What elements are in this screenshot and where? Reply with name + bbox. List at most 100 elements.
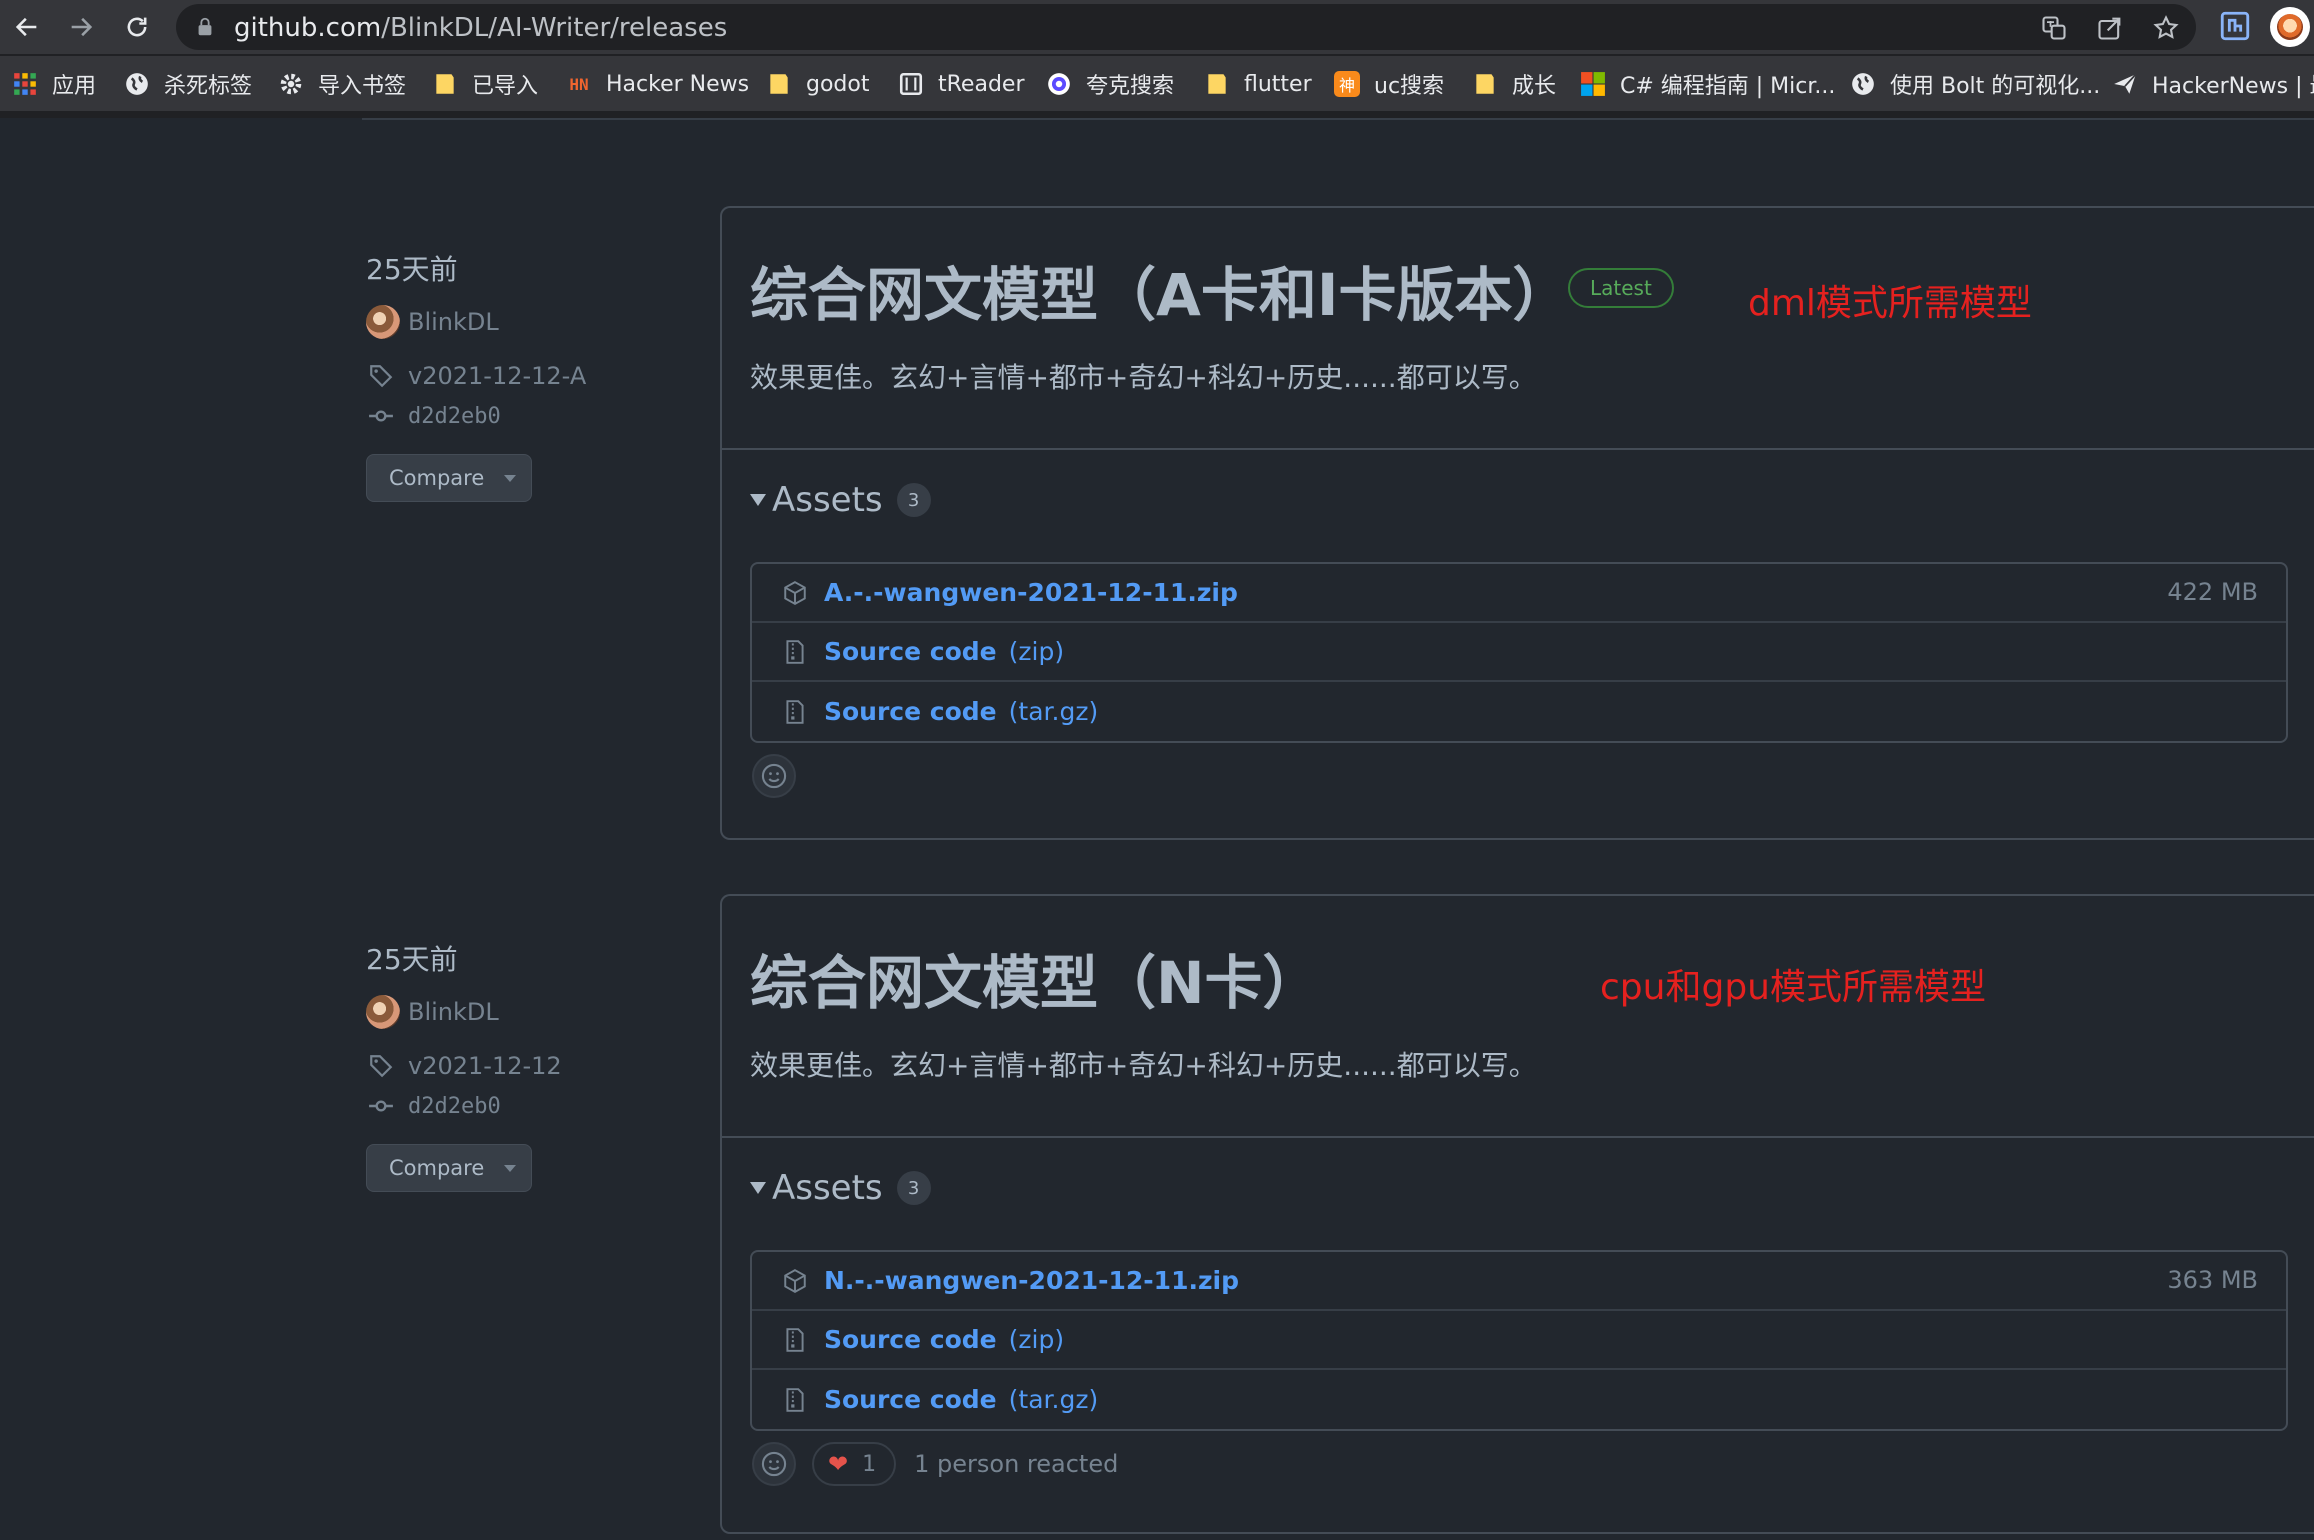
- commit-sha[interactable]: d2d2eb0: [408, 1094, 501, 1119]
- release-commit[interactable]: d2d2eb0: [366, 1086, 696, 1126]
- commit-icon: [366, 401, 396, 431]
- bookmark-imported-folder[interactable]: 已导入: [432, 68, 538, 100]
- smiley-icon: [761, 763, 787, 789]
- bookmark-uc-search[interactable]: 神 uc搜索: [1334, 68, 1444, 100]
- asset-link[interactable]: A.-.-wangwen-2021-12-11.zip: [824, 578, 1238, 607]
- author-name[interactable]: BlinkDL: [408, 998, 499, 1026]
- add-reaction-button[interactable]: [752, 1442, 796, 1486]
- compare-label: Compare: [389, 1156, 485, 1180]
- assets-label: Assets: [772, 1168, 883, 1208]
- release-tag[interactable]: v2021-12-12: [366, 1046, 696, 1086]
- asset-row[interactable]: Source code (zip): [752, 1311, 2286, 1370]
- caret-down-icon: [504, 1164, 517, 1172]
- bookmarks-bar: 应用 杀死标签 导入书签 已导入 HN Hacker News godot tR…: [0, 56, 2314, 112]
- bookmark-godot[interactable]: godot: [766, 68, 869, 100]
- tag-name[interactable]: v2021-12-12: [408, 1052, 562, 1080]
- lock-icon: [198, 17, 212, 36]
- asset-ext[interactable]: (tar.gz): [1009, 697, 1099, 726]
- release-author[interactable]: BlinkDL: [366, 302, 696, 342]
- asset-link[interactable]: Source code: [824, 1325, 997, 1354]
- triangle-down-icon: [750, 1182, 766, 1194]
- release-title[interactable]: 综合网文模型（N卡）: [750, 936, 1321, 1020]
- asset-row[interactable]: Source code (tar.gz): [752, 1370, 2286, 1429]
- bookmark-import[interactable]: 导入书签: [278, 68, 406, 100]
- asset-link[interactable]: Source code: [824, 637, 997, 666]
- release-card: 综合网文模型（A卡和I卡版本） Latest dml模式所需模型 效果更佳。玄幻…: [720, 206, 2314, 840]
- release-description: 效果更佳。玄幻+言情+都市+奇幻+科幻+历史......都可以写。: [750, 1049, 1537, 1082]
- arrow-left-icon: [15, 17, 37, 37]
- asset-row[interactable]: Source code (zip): [752, 623, 2286, 682]
- bookmark-bolt[interactable]: 使用 Bolt 的可视化...: [1850, 68, 2100, 100]
- file-zip-icon: [780, 1385, 810, 1415]
- bookmark-label: 导入书签: [318, 74, 407, 99]
- release-header: 综合网文模型（N卡） cpu和gpu模式所需模型 效果更佳。玄幻+言情+都市+奇…: [722, 896, 2314, 1138]
- address-bar[interactable]: github.com/BlinkDL/AI-Writer/releases: [176, 4, 2196, 50]
- asset-list: N.-.-wangwen-2021-12-11.zip 363 MB Sourc…: [750, 1250, 2288, 1431]
- tag-icon: [366, 1051, 396, 1081]
- folder-icon: [1472, 71, 1498, 97]
- release-tag[interactable]: v2021-12-12-A: [366, 356, 696, 396]
- extension-icon[interactable]: [2218, 9, 2252, 43]
- bookmark-treader[interactable]: tReader: [898, 68, 1025, 100]
- smiley-icon: [761, 1451, 787, 1477]
- asset-link[interactable]: N.-.-wangwen-2021-12-11.zip: [824, 1266, 1239, 1295]
- folder-icon: [432, 71, 458, 97]
- translate-icon[interactable]: [2040, 14, 2068, 42]
- reaction-count: 1: [862, 1451, 877, 1477]
- compare-button[interactable]: Compare: [366, 1144, 532, 1192]
- bookmark-csharp-guide[interactable]: C# 编程指南 | Micr...: [1580, 68, 1835, 100]
- bookmark-growth[interactable]: 成长: [1472, 68, 1556, 100]
- heart-reaction-button[interactable]: ❤ 1: [812, 1442, 897, 1486]
- asset-row[interactable]: A.-.-wangwen-2021-12-11.zip 422 MB: [752, 564, 2286, 623]
- release-commit[interactable]: d2d2eb0: [366, 396, 696, 436]
- star-icon[interactable]: [2152, 14, 2180, 42]
- profile-image-icon: [2277, 14, 2303, 40]
- bookmark-label: Hacker News: [606, 71, 750, 97]
- commit-icon: [366, 1091, 396, 1121]
- author-name[interactable]: BlinkDL: [408, 308, 499, 336]
- reaction-summary: 1 person reacted: [914, 1450, 1119, 1478]
- bookmark-label: 已导入: [472, 74, 539, 99]
- bookmark-flutter[interactable]: flutter: [1204, 68, 1312, 100]
- asset-link[interactable]: Source code: [824, 1385, 997, 1414]
- globe-icon: [1850, 71, 1876, 97]
- browser-chrome: github.com/BlinkDL/AI-Writer/releases 应用…: [0, 0, 2314, 118]
- back-button[interactable]: [6, 6, 48, 48]
- tag-name[interactable]: v2021-12-12-A: [408, 362, 586, 390]
- bookmark-apps[interactable]: 应用: [12, 68, 96, 100]
- bookmark-label: HackerNews | 最: [2152, 74, 2314, 99]
- latest-badge: Latest: [1568, 268, 1674, 308]
- bookmark-quark-search[interactable]: 夸克搜索: [1046, 68, 1174, 100]
- asset-link[interactable]: Source code: [824, 697, 997, 726]
- bookmark-label: 应用: [52, 74, 97, 99]
- release-author[interactable]: BlinkDL: [366, 992, 696, 1032]
- assets-toggle[interactable]: Assets 3: [750, 480, 931, 520]
- assets-count: 3: [896, 1171, 931, 1205]
- compare-button[interactable]: Compare: [366, 454, 532, 502]
- uc-icon: 神: [1334, 71, 1360, 97]
- bookmark-label: tReader: [938, 71, 1025, 97]
- assets-toggle[interactable]: Assets 3: [750, 1168, 931, 1208]
- asset-ext[interactable]: (zip): [1009, 637, 1064, 666]
- commit-sha[interactable]: d2d2eb0: [408, 404, 501, 429]
- bookmark-kill-tabs[interactable]: 杀死标签: [124, 68, 252, 100]
- asset-row[interactable]: N.-.-wangwen-2021-12-11.zip 363 MB: [752, 1252, 2286, 1311]
- caret-down-icon: [504, 474, 517, 482]
- asset-ext[interactable]: (zip): [1009, 1325, 1064, 1354]
- annotation-note: cpu和gpu模式所需模型: [1600, 967, 1986, 1008]
- reload-button[interactable]: [116, 6, 158, 48]
- assets-label: Assets: [772, 480, 883, 520]
- profile-avatar[interactable]: [2270, 7, 2310, 47]
- package-icon: [780, 578, 810, 608]
- release-title[interactable]: 综合网文模型（A卡和I卡版本）: [750, 248, 1570, 332]
- bookmark-hacker-news[interactable]: HN Hacker News: [566, 68, 749, 100]
- add-reaction-button[interactable]: [752, 754, 796, 798]
- asset-row[interactable]: Source code (tar.gz): [752, 682, 2286, 741]
- bookmark-hackernews-2[interactable]: HackerNews | 最: [2112, 68, 2314, 100]
- release-card: 综合网文模型（N卡） cpu和gpu模式所需模型 效果更佳。玄幻+言情+都市+奇…: [720, 894, 2314, 1534]
- share-icon[interactable]: [2096, 14, 2124, 42]
- asset-ext[interactable]: (tar.gz): [1009, 1385, 1099, 1414]
- gear-icon: [278, 71, 304, 97]
- bookmark-label: flutter: [1244, 71, 1312, 97]
- forward-button[interactable]: [60, 6, 102, 48]
